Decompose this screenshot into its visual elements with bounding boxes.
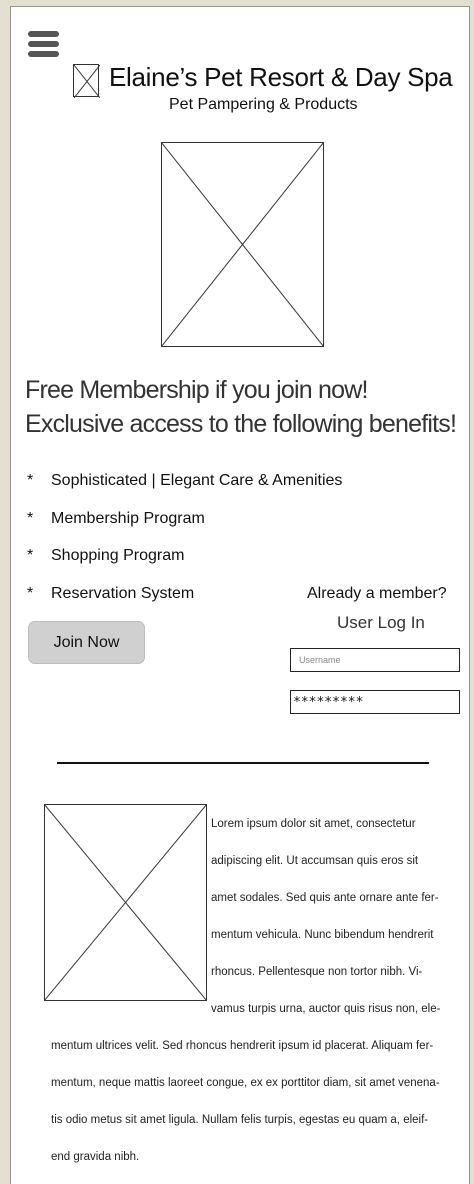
article-line: adipiscing elit. Ut accumsan quis eros s… [211,855,419,867]
site-title: Elaine’s Pet Resort & Day Spa [109,62,453,92]
article-text-full: mentum ultrices velit. Sed rhoncus hendr… [51,1028,461,1176]
promo-headline-line1: Free Membership if you join now! [25,376,368,404]
username-input[interactable] [290,648,460,672]
benefit-label: Sophisticated | Elegant Care & Amenities [51,472,343,489]
hero-image-placeholder [160,141,325,348]
article-line: mentum ultrices velit. Sed rhoncus hendr… [51,1040,434,1052]
article-image-placeholder [43,803,208,1002]
section-divider [57,762,429,764]
bullet-marker: * [27,584,34,602]
login-title: User Log In [337,613,425,632]
article-text-wrap: Lorem ipsum dolor sit amet, consectetur … [211,806,471,1028]
article-line: amet sodales. Sed quis ante ornare ante … [211,892,439,904]
benefit-label: Reservation System [51,584,195,602]
logo-placeholder-icon [73,64,101,99]
benefit-item: * Reservation System [27,585,342,623]
article-line: vamus turpis urna, auctor quis risus non… [211,1003,441,1015]
join-now-button[interactable]: Join Now [28,621,145,664]
site-tagline: Pet Pampering & Products [169,96,358,113]
article-line: Lorem ipsum dolor sit amet, consectetur [211,818,416,830]
article-line: mentum, neque mattis laoreet congue, ex … [51,1077,440,1089]
bullet-marker: * [27,547,34,564]
benefit-item: * Shopping Program [27,547,342,585]
benefit-item: * Membership Program [27,510,342,548]
hamburger-menu-icon[interactable] [28,31,59,61]
benefits-list: * Sophisticated | Elegant Care & Ameniti… [27,472,342,622]
article-line: mentum vehicula. Nunc bibendum hendrerit [211,929,434,941]
benefit-item: * Sophisticated | Elegant Care & Ameniti… [27,472,342,510]
promo-headline-line2: Exclusive access to the following benefi… [25,410,457,438]
benefit-label: Shopping Program [51,547,185,564]
bullet-marker: * [27,509,34,527]
promo-headline: Free Membership if you join now! Exclusi… [25,373,457,441]
member-prompt: Already a member? [307,585,447,602]
bullet-marker: * [27,472,34,489]
article-line: end gravida nibh. [51,1151,140,1163]
page-frame: Elaine’s Pet Resort & Day Spa Pet Pamper… [10,6,470,1184]
article-line: tis odio metus sit amet ligula. Nullam f… [51,1114,429,1126]
article-line: rhoncus. Pellentesque non tortor nibh. V… [211,966,423,978]
password-input[interactable] [290,690,460,714]
benefit-label: Membership Program [51,509,205,527]
